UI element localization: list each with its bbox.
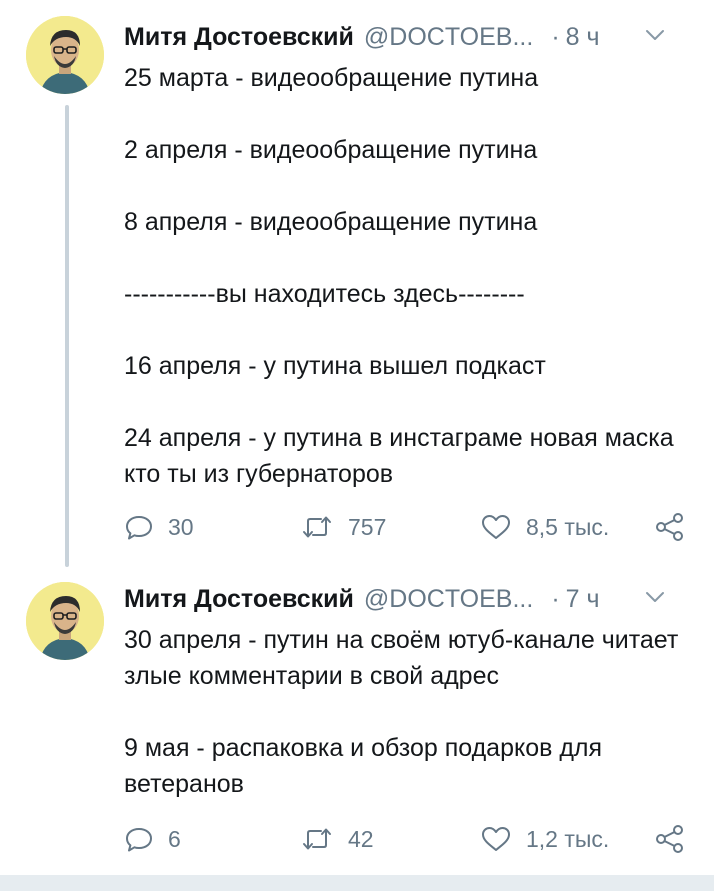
author-handle[interactable]: @DOCTOEB... [364,585,533,614]
tweet-header: Митя Достоевский @DOCTOEB... · 8 ч [124,20,694,54]
tweet[interactable]: Митя Достоевский @DOCTOEB... · 8 ч 25 ма… [0,0,714,570]
avatar[interactable] [26,16,104,94]
timeline-divider [0,875,714,891]
author-handle[interactable]: @DOCTOEB... [364,23,533,52]
heart-icon [482,827,510,851]
reply-count: 6 [168,825,181,852]
tweet-paragraph: 8 апреля - видеообращение путина [124,208,538,236]
like-count: 1,2 тыс. [526,825,610,852]
like-button[interactable]: 8,5 тыс. [480,510,609,544]
retweet-icon [303,828,331,850]
reply-button[interactable]: 30 [124,510,194,544]
tweet-paragraph: 2 апреля - видеообращение путина [124,136,538,164]
tweet-text: 25 марта - видеообращение путина 2 апрел… [124,60,694,492]
like-count: 8,5 тыс. [526,513,610,540]
tweet-paragraph: 25 марта - видеообращение путина [124,64,539,92]
reply-icon [126,516,152,540]
retweet-button[interactable]: 757 [300,510,386,544]
like-button[interactable]: 1,2 тыс. [480,822,609,856]
retweet-button[interactable]: 42 [300,822,374,856]
share-icon [656,825,683,853]
tweet-header: Митя Достоевский @DOCTOEB... · 7 ч [124,582,694,616]
reply-count: 30 [168,513,194,540]
tweet-thread: Митя Достоевский @DOCTOEB... · 8 ч 25 ма… [0,0,714,891]
tweet-actions: 6 42 1,2 тыс. [124,822,694,856]
author-name[interactable]: Митя Достоевский [124,23,354,52]
retweet-count: 757 [348,513,387,540]
tweet-paragraph: 30 апреля - путин на своём ютуб-канале ч… [124,626,679,690]
reply-button[interactable]: 6 [124,822,181,856]
timestamp[interactable]: 8 ч [566,23,600,52]
author-name[interactable]: Митя Достоевский [124,585,354,614]
chevron-down-icon[interactable] [644,24,666,46]
tweet-paragraph: -----------вы находитесь здесь-------- [124,280,525,308]
retweet-icon [303,516,331,538]
tweet-paragraph: 16 апреля - у путина вышел подкаст [124,352,546,380]
share-button[interactable] [654,510,686,544]
tweet-paragraph: 9 мая - распаковка и обзор подарков для … [124,734,603,798]
avatar[interactable] [26,582,104,660]
tweet[interactable]: Митя Достоевский @DOCTOEB... · 7 ч 30 ап… [0,570,714,875]
share-icon [656,513,683,541]
chevron-down-icon[interactable] [644,586,666,608]
heart-icon [482,515,510,539]
reply-icon [126,828,152,852]
retweet-count: 42 [348,825,374,852]
time-separator: · [551,22,560,51]
tweet-text: 30 апреля - путин на своём ютуб-канале ч… [124,622,694,802]
timestamp[interactable]: 7 ч [566,585,600,614]
tweet-actions: 30 757 8,5 тыс. [124,510,694,544]
thread-connector-line [65,105,69,567]
time-separator: · [551,584,560,613]
share-button[interactable] [654,822,686,856]
tweet-paragraph: 24 апреля - у путина в инстаграме новая … [124,424,674,488]
